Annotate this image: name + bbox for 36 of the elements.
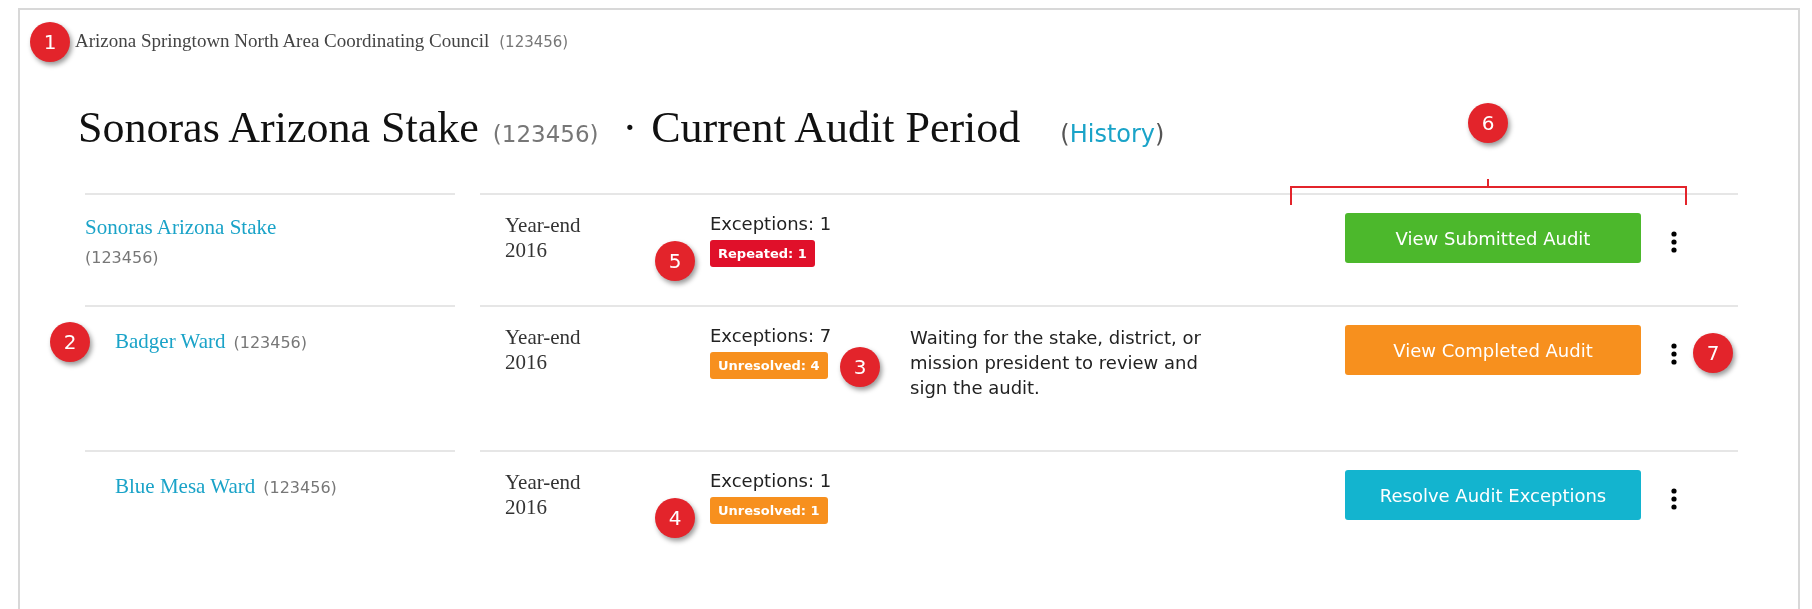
history-link[interactable]: History bbox=[1069, 120, 1156, 148]
audit-period: Year-end 2016 bbox=[505, 325, 582, 376]
more-menu-icon[interactable] bbox=[1671, 343, 1677, 365]
unit-id: (123456) bbox=[233, 333, 308, 352]
more-menu-icon[interactable] bbox=[1671, 488, 1677, 510]
callout-marker: 4 bbox=[655, 498, 695, 538]
callout-marker: 1 bbox=[30, 22, 70, 62]
period-title: Current Audit Period bbox=[651, 102, 1021, 153]
stake-title: Sonoras Arizona Stake bbox=[78, 102, 479, 153]
audit-button[interactable]: View Submitted Audit bbox=[1345, 213, 1641, 263]
callout-marker: 6 bbox=[1468, 103, 1508, 143]
exceptions-count: Exceptions: 1 bbox=[710, 470, 832, 491]
unit-id: (123456) bbox=[85, 248, 159, 267]
status-badge: Repeated: 1 bbox=[710, 240, 815, 267]
unit-name-link[interactable]: Badger Ward bbox=[115, 329, 226, 354]
history-parenthesis: (History) bbox=[1060, 120, 1165, 148]
unit-name-link[interactable]: Sonoras Arizona Stake bbox=[85, 215, 277, 240]
more-menu-icon[interactable] bbox=[1671, 231, 1677, 253]
callout-marker: 7 bbox=[1693, 333, 1733, 373]
audit-button[interactable]: Resolve Audit Exceptions bbox=[1345, 470, 1641, 520]
title-separator: · bbox=[622, 102, 638, 153]
audit-period: Year-end 2016 bbox=[505, 470, 582, 521]
callout-marker: 2 bbox=[50, 322, 90, 362]
unit-id: (123456) bbox=[263, 478, 337, 497]
callout-marker: 5 bbox=[655, 241, 695, 281]
council-id: (123456) bbox=[499, 33, 569, 51]
status-badge: Unresolved: 1 bbox=[710, 497, 828, 524]
audit-button[interactable]: View Completed Audit bbox=[1345, 325, 1641, 375]
callout-marker: 3 bbox=[840, 347, 880, 387]
status-badge: Unresolved: 4 bbox=[710, 352, 828, 379]
unit-name-link[interactable]: Blue Mesa Ward bbox=[115, 474, 256, 499]
council-name: Arizona Springtown North Area Coordinating Council bbox=[75, 30, 490, 52]
exceptions-count: Exceptions: 7 bbox=[710, 325, 832, 346]
exceptions-count: Exceptions: 1 bbox=[710, 213, 832, 234]
audit-period: Year-end 2016 bbox=[505, 213, 582, 264]
stake-id: (123456) bbox=[492, 121, 599, 147]
